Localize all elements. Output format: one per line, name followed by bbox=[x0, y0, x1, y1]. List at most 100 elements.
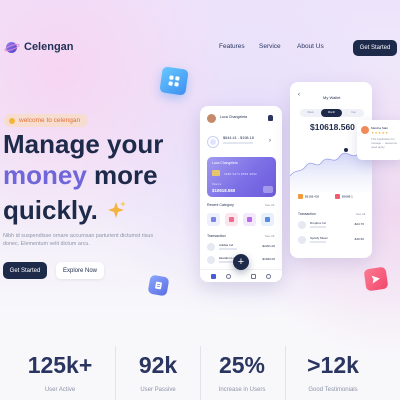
legend-income-value: $6168.426 bbox=[305, 194, 320, 199]
coin-icon bbox=[208, 137, 218, 147]
transaction-amount: -$2201.00 bbox=[261, 244, 275, 248]
hero-title-accent: money bbox=[3, 160, 87, 190]
transaction-heading: Transaction bbox=[207, 234, 226, 238]
wallet-icon bbox=[251, 274, 256, 279]
nav-link-service[interactable]: Service bbox=[259, 43, 281, 50]
star-rating: ★★★★★ bbox=[371, 131, 389, 135]
credit-card: Luca Changeleta 4096 3274 8563 3892 Bala… bbox=[207, 157, 276, 197]
sparkle-icon bbox=[108, 201, 126, 218]
exchange-row: $644.41 - $198.18 › bbox=[208, 135, 274, 149]
stat-label: User Passive bbox=[140, 387, 176, 393]
welcome-badge-label: welcome to celengan bbox=[19, 117, 81, 124]
phone-wallet-mockup: ‹ My Wallet Week Month Year $10618.560 $… bbox=[290, 82, 372, 258]
avatar bbox=[207, 114, 216, 123]
tab-month: Month bbox=[321, 109, 342, 117]
stat-label: Increase in Users bbox=[218, 387, 266, 393]
back-arrow-icon: ‹ bbox=[298, 92, 300, 98]
nav-get-started-button[interactable]: Get Started bbox=[353, 40, 397, 56]
brand-logo[interactable]: Celengan bbox=[3, 40, 74, 54]
merchant-icon bbox=[207, 256, 215, 264]
exchange-text: $644.41 - $198.18 bbox=[223, 136, 254, 140]
category-icon bbox=[261, 213, 274, 226]
stat-value: >12k bbox=[307, 352, 359, 378]
transaction-row: Dropbox Inc -$24.76 bbox=[298, 220, 364, 230]
transaction-date bbox=[310, 226, 326, 228]
merchant-name: Dropbox Inc bbox=[310, 221, 327, 225]
card-balance-label: Balance bbox=[212, 183, 222, 186]
transaction-amount: -$1820.00 bbox=[261, 257, 275, 261]
merchant-icon bbox=[298, 236, 306, 244]
transaction-row: Adidas Ltd -$2201.00 bbox=[207, 242, 275, 252]
hero-description: Nibh id suspendisse ornare accumsan part… bbox=[3, 233, 154, 247]
card-action-button bbox=[263, 186, 273, 193]
transaction-date bbox=[219, 248, 237, 250]
search-icon bbox=[226, 274, 231, 279]
chip-icon bbox=[212, 170, 220, 176]
legend-item-income: $6168.426 bbox=[298, 194, 319, 199]
card-number: 4096 3274 8563 3892 bbox=[224, 172, 257, 176]
merchant-icon bbox=[298, 221, 306, 229]
reviewer-name: Marsha Saki bbox=[371, 126, 388, 130]
user-name: Luca Changeleta bbox=[220, 115, 248, 119]
transaction-date bbox=[310, 241, 326, 243]
hero-title-line-2-rest: more bbox=[86, 160, 158, 190]
wallet-title: My Wallet bbox=[323, 95, 341, 100]
category-icon bbox=[243, 213, 256, 226]
hero-title-line-1: Manage your bbox=[3, 129, 164, 159]
welcome-badge: welcome to celengan bbox=[4, 114, 89, 127]
stat-label: User Active bbox=[44, 387, 76, 393]
review-text: This Application for manage ... awesome … bbox=[371, 137, 397, 149]
grid-icon bbox=[159, 66, 189, 96]
transaction-heading: Transaction bbox=[298, 212, 316, 216]
hero-title-line-2: money more bbox=[3, 160, 158, 191]
merchant-icon bbox=[207, 243, 215, 251]
merchant-name: Spotify Music bbox=[310, 236, 328, 240]
review-card: Marsha Saki ★★★★★ This Application for m… bbox=[357, 120, 400, 160]
lightbulb-icon bbox=[9, 117, 15, 124]
bottom-nav bbox=[200, 269, 282, 282]
stat-label: Good Testimonials bbox=[308, 387, 358, 393]
card-holder: Luca Changeleta bbox=[212, 161, 238, 165]
recent-category-heading: Recent Category bbox=[207, 203, 234, 207]
avatar bbox=[361, 126, 369, 134]
stat-value: 125k+ bbox=[27, 352, 93, 378]
explore-now-button[interactable]: Explore Now bbox=[56, 262, 104, 279]
stat-user-active: 125k+ User Active bbox=[8, 352, 112, 393]
category-icon bbox=[207, 213, 220, 226]
category-icon bbox=[225, 213, 238, 226]
tab-week: Week bbox=[307, 111, 314, 114]
nav-link-features[interactable]: Features bbox=[219, 43, 245, 50]
chevron-right-icon: › bbox=[269, 138, 271, 144]
merchant-name: Adidas Ltd bbox=[219, 243, 234, 247]
profile-icon bbox=[266, 274, 271, 279]
nav-link-about-us[interactable]: About Us bbox=[297, 43, 324, 50]
home-icon bbox=[211, 274, 216, 279]
see-all-link: See All bbox=[356, 212, 366, 216]
stat-user-passive: 92k User Passive bbox=[116, 352, 200, 393]
stat-testimonials: >12k Good Testimonials bbox=[286, 352, 380, 393]
get-started-button[interactable]: Get Started bbox=[3, 262, 47, 279]
tab-year: Year bbox=[350, 111, 357, 114]
transaction-amount: -$24.76 bbox=[353, 222, 364, 226]
stat-value: 92k bbox=[138, 352, 178, 378]
period-tabs: Week Month Year bbox=[300, 109, 364, 117]
stat-value: 25% bbox=[218, 352, 266, 378]
hero-title-line-3: quickly. bbox=[3, 195, 98, 225]
exchange-subtext bbox=[223, 142, 253, 144]
card-balance: $10618.560 bbox=[212, 188, 236, 193]
see-all-link: See All bbox=[265, 203, 275, 207]
transaction-amount: -$16.60 bbox=[353, 237, 364, 241]
wallet-balance: $10618.560 bbox=[310, 122, 355, 132]
chart-legend: $6168.426 $6688.1 bbox=[298, 194, 364, 206]
see-all-link: See All bbox=[265, 234, 275, 238]
legend-item-expense: $6688.1 bbox=[335, 194, 353, 199]
document-icon bbox=[147, 274, 170, 297]
planet-icon bbox=[3, 40, 21, 54]
bell-icon bbox=[268, 115, 273, 121]
brand-name: Celengan bbox=[24, 41, 74, 53]
transaction-row: Spotify Music -$16.60 bbox=[298, 235, 364, 245]
stat-increase-users: 25% Increase in Users bbox=[200, 352, 284, 393]
send-icon bbox=[363, 266, 389, 292]
legend-expense-value: $6688.1 bbox=[342, 194, 353, 199]
plus-icon: + bbox=[233, 254, 249, 270]
